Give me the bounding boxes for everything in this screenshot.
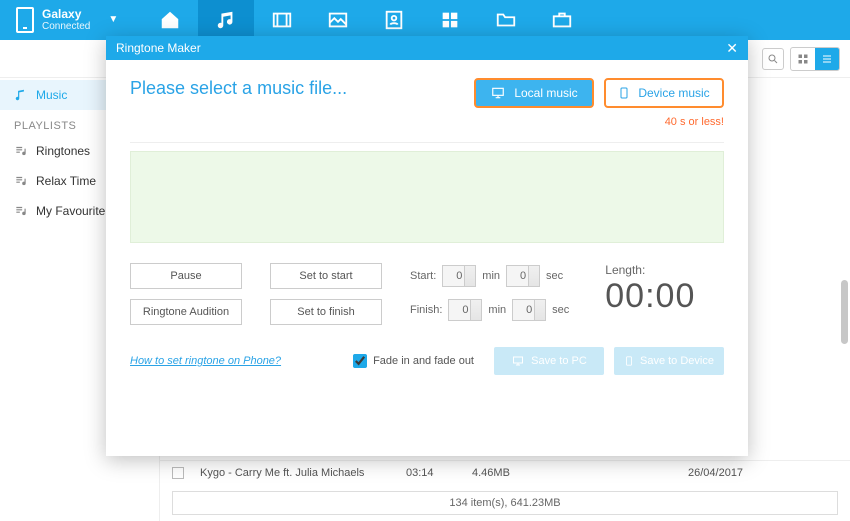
playlist-icon [14, 144, 28, 158]
controls-row: Pause Ringtone Audition Set to start Set… [130, 263, 724, 325]
finish-min-input[interactable]: 0 [448, 299, 482, 321]
status-bar: 134 item(s), 641.23MB [172, 491, 838, 515]
monitor-icon [511, 355, 525, 367]
set-to-finish-button[interactable]: Set to finish [270, 299, 382, 325]
modal-body: Local music Device music Please select a… [106, 60, 748, 387]
finish-sec-input[interactable]: 0 [512, 299, 546, 321]
home-icon [159, 9, 181, 31]
save-pc-label: Save to PC [531, 355, 587, 367]
nav-video[interactable] [254, 0, 310, 40]
length-label: Length: [605, 263, 695, 277]
table-row[interactable]: Kygo - Carry Me ft. Julia Michaels 03:14… [160, 460, 850, 485]
finish-label: Finish: [410, 304, 442, 316]
ringtone-maker-modal: Ringtone Maker ✕ Local music Device musi… [106, 36, 748, 456]
fade-checkbox-wrap[interactable]: Fade in and fade out [353, 354, 474, 368]
playlist-icon [14, 204, 28, 218]
pause-button[interactable]: Pause [130, 263, 242, 289]
device-music-button[interactable]: Device music [604, 78, 724, 108]
start-sec-input[interactable]: 0 [506, 265, 540, 287]
phone-icon [16, 7, 34, 33]
modal-footer: How to set ringtone on Phone? Fade in an… [130, 347, 724, 375]
phone-icon [618, 85, 630, 101]
sec-label: sec [552, 304, 569, 316]
device-dropdown-caret[interactable]: ▼ [98, 14, 128, 25]
music-note-icon [14, 88, 28, 102]
save-to-pc-button[interactable]: Save to PC [494, 347, 604, 375]
start-label: Start: [410, 270, 436, 282]
apps-icon [439, 9, 461, 31]
row-checkbox[interactable] [172, 467, 184, 479]
phone-icon [624, 354, 634, 368]
briefcase-icon [551, 9, 573, 31]
list-icon [821, 53, 833, 65]
track-list: Kygo - Carry Me ft. Julia Michaels 03:14… [160, 460, 850, 485]
fade-checkbox[interactable] [353, 354, 367, 368]
sidebar-item-label: Relax Time [36, 174, 96, 188]
nav-photos[interactable] [310, 0, 366, 40]
modal-close-button[interactable]: ✕ [726, 40, 738, 57]
monitor-icon [490, 86, 506, 100]
save-device-label: Save to Device [640, 355, 714, 367]
modal-title: Ringtone Maker [116, 41, 201, 55]
device-block[interactable]: Galaxy Connected ▼ [0, 7, 142, 33]
nav-music[interactable] [198, 0, 254, 40]
nav-apps[interactable] [422, 0, 478, 40]
min-label: min [482, 270, 500, 282]
status-text: 134 item(s), 641.23MB [449, 497, 560, 509]
nav-home[interactable] [142, 0, 198, 40]
local-music-label: Local music [514, 86, 577, 100]
sidebar-item-label: Ringtones [36, 144, 90, 158]
grid-icon [797, 53, 809, 65]
modal-titlebar: Ringtone Maker ✕ [106, 36, 748, 60]
search-icon [767, 53, 779, 65]
video-icon [271, 9, 293, 31]
local-music-button[interactable]: Local music [474, 78, 594, 108]
nav-toolbox[interactable] [534, 0, 590, 40]
top-nav [142, 0, 590, 40]
device-music-label: Device music [638, 86, 709, 100]
device-status: Connected [42, 21, 90, 33]
list-view-button[interactable] [815, 48, 839, 70]
fade-label: Fade in and fade out [373, 355, 474, 367]
divider [130, 142, 724, 143]
track-date: 26/04/2017 [688, 467, 768, 479]
sidebar-item-label: Music [36, 88, 67, 102]
help-link[interactable]: How to set ringtone on Phone? [130, 355, 281, 367]
nav-contacts[interactable] [366, 0, 422, 40]
contacts-icon [383, 9, 405, 31]
min-label: min [488, 304, 506, 316]
save-to-device-button[interactable]: Save to Device [614, 347, 724, 375]
photo-icon [327, 9, 349, 31]
sidebar-item-label: My Favourite [36, 204, 105, 218]
top-bar: Galaxy Connected ▼ [0, 0, 850, 40]
waveform-area[interactable] [130, 151, 724, 243]
playlist-icon [14, 174, 28, 188]
start-min-input[interactable]: 0 [442, 265, 476, 287]
track-size: 4.46MB [472, 467, 672, 479]
length-value: 00:00 [605, 277, 695, 316]
folder-icon [495, 9, 517, 31]
track-duration: 03:14 [406, 467, 456, 479]
track-title: Kygo - Carry Me ft. Julia Michaels [200, 467, 390, 479]
sec-label: sec [546, 270, 563, 282]
set-to-start-button[interactable]: Set to start [270, 263, 382, 289]
nav-files[interactable] [478, 0, 534, 40]
device-text: Galaxy Connected [42, 7, 90, 33]
grid-view-button[interactable] [791, 48, 815, 70]
device-name: Galaxy [42, 7, 90, 21]
search-button[interactable] [762, 48, 784, 70]
music-icon [215, 9, 237, 31]
view-toggle [790, 47, 840, 71]
time-limit-text: 40 s or less! [130, 116, 724, 128]
page-scrollbar[interactable] [841, 280, 848, 344]
ringtone-audition-button[interactable]: Ringtone Audition [130, 299, 242, 325]
